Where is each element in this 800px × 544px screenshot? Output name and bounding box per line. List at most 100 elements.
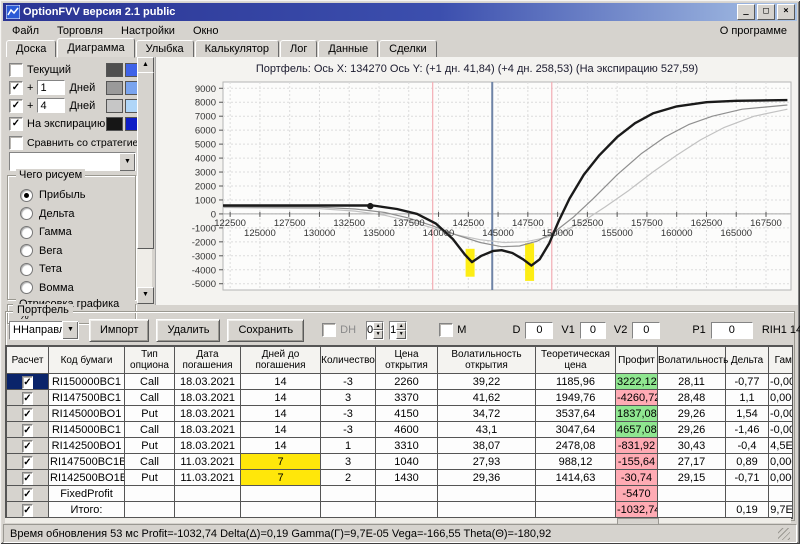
table-row[interactable]: ✓ RI150000BC1 Call 18.03.2021 14 -3 2260 39,22 1… — [6, 373, 792, 390]
compare-checkbox[interactable] — [9, 135, 23, 150]
table-row[interactable]: ✓ RI147500BC1B Call 11.03.2021 7 3 1040 27,93 98… — [6, 453, 792, 470]
preset-combobox-arrow-icon[interactable]: ▼ — [62, 321, 78, 339]
radio-option-3[interactable]: Вега — [20, 244, 62, 258]
radio-icon[interactable] — [20, 207, 33, 220]
row-calc-checkbox[interactable]: ✓ — [22, 407, 33, 421]
tab-6[interactable]: Сделки — [379, 40, 437, 58]
p1-field[interactable] — [710, 321, 753, 339]
calc-cell[interactable]: ✓ — [6, 389, 49, 406]
calc-cell[interactable]: ✓ — [6, 485, 49, 502]
dh-checkbox[interactable] — [322, 323, 337, 337]
plus1-checkbox[interactable]: ✓ — [9, 80, 23, 95]
radio-option-2[interactable]: Гамма — [20, 225, 72, 239]
tab-4[interactable]: Лог — [280, 40, 318, 58]
radio-option-4[interactable]: Тета — [20, 262, 62, 276]
resize-grip[interactable] — [778, 527, 790, 540]
row-calc-checkbox[interactable]: ✓ — [22, 487, 33, 501]
plus1-days-input[interactable] — [37, 80, 66, 95]
column-header-7[interactable]: Волатильность открытия — [437, 346, 536, 374]
menu-item-3[interactable]: Окно — [184, 23, 228, 39]
title-bar[interactable]: OptionFVV версия 2.1 public _ □ × — [3, 3, 797, 21]
table-row[interactable]: ✓ RI147500BC1 Call 18.03.2021 14 3 3370 41,62 19… — [6, 389, 792, 406]
radio-icon[interactable] — [20, 225, 33, 239]
column-header-9[interactable]: Профит — [615, 346, 658, 374]
table-horizontal-scrollbar[interactable] — [5, 518, 791, 525]
d-field[interactable] — [525, 321, 554, 339]
v1-field[interactable] — [579, 321, 606, 339]
menu-item-2[interactable]: Настройки — [112, 23, 184, 39]
current-color-1[interactable] — [106, 62, 123, 77]
column-header-0[interactable]: Расчет — [6, 346, 49, 374]
close-button[interactable]: × — [777, 4, 795, 20]
row-calc-checkbox[interactable]: ✓ — [22, 455, 33, 469]
tab-2[interactable]: Улыбка — [135, 40, 194, 58]
radio-option-1[interactable]: Дельта — [20, 207, 75, 221]
left-panel-scrollbar[interactable]: ▲ ▼ — [137, 57, 154, 304]
radio-option-5[interactable]: Вомма — [20, 281, 74, 295]
m-checkbox[interactable] — [439, 323, 454, 337]
column-header-11[interactable]: Дельта — [725, 346, 769, 374]
scrollbar-thumb[interactable] — [137, 72, 154, 249]
row-calc-checkbox[interactable]: ✓ — [22, 439, 33, 453]
profit-chart[interactable]: 9000800070006000500040003000200010000-10… — [157, 78, 797, 302]
expiration-color-1[interactable] — [106, 116, 123, 131]
column-header-8[interactable]: Теоретическая цена — [535, 346, 616, 374]
dh-spinner-1-arrows[interactable]: ▲ ▼ — [373, 321, 384, 339]
column-header-5[interactable]: Количество — [320, 346, 376, 374]
column-header-10[interactable]: Волатильность — [657, 346, 728, 374]
radio-icon[interactable] — [20, 281, 33, 294]
table-row[interactable]: ✓ RI145000BC1 Call 18.03.2021 14 -3 4600 43,1 30… — [6, 421, 792, 438]
radio-icon[interactable] — [20, 188, 33, 202]
table-row[interactable]: ✓ RI142500BO1 Put 18.03.2021 14 1 3310 38,07 247… — [6, 437, 792, 454]
tab-3[interactable]: Калькулятор — [194, 40, 280, 58]
column-header-12[interactable]: Гамма — [768, 346, 792, 374]
radio-icon[interactable] — [20, 244, 33, 257]
plus4-checkbox[interactable]: ✓ — [9, 98, 23, 113]
tab-0[interactable]: Доска — [6, 40, 57, 58]
maximize-button[interactable]: □ — [757, 4, 775, 20]
radio-icon[interactable] — [20, 262, 33, 276]
save-button[interactable]: Сохранить — [227, 318, 305, 342]
row-calc-checkbox[interactable]: ✓ — [22, 375, 33, 389]
column-header-4[interactable]: Дней до погашения — [240, 346, 321, 374]
table-row[interactable]: ✓ RI145000BO1 Put 18.03.2021 14 -3 4150 34,72 35… — [6, 405, 792, 422]
table-row[interactable]: ✓ Итого: -1032,74 0,199,7E-05 — [6, 501, 792, 518]
import-button[interactable]: Импорт — [89, 318, 150, 342]
dh-spinner-2[interactable]: 1 ▲ ▼ — [389, 320, 408, 340]
current-checkbox[interactable] — [9, 62, 23, 77]
row-calc-checkbox[interactable]: ✓ — [22, 503, 33, 517]
calc-cell[interactable]: ✓ — [6, 421, 49, 438]
menu-item-0[interactable]: Файл — [3, 23, 48, 39]
menu-item-1[interactable]: Торговля — [48, 23, 112, 39]
delete-button[interactable]: Удалить — [156, 318, 221, 342]
dh-spinner-2-arrows[interactable]: ▲ ▼ — [396, 321, 407, 339]
preset-combobox[interactable]: ННаправле ▼ — [9, 320, 79, 340]
scroll-down-icon[interactable]: ▼ — [137, 287, 154, 304]
plus4-days-input[interactable] — [37, 98, 66, 113]
table-row[interactable]: ✓ FixedProfit -5470 — [6, 485, 792, 502]
row-calc-checkbox[interactable]: ✓ — [22, 423, 33, 437]
radio-option-0[interactable]: Прибыль — [20, 188, 86, 202]
v2-field[interactable] — [632, 321, 661, 339]
row-calc-checkbox[interactable]: ✓ — [22, 391, 33, 405]
dh-spinner-1[interactable]: 0 ▲ ▼ — [366, 320, 385, 340]
calc-cell[interactable]: ✓ — [6, 373, 49, 390]
calc-cell[interactable]: ✓ — [6, 405, 49, 422]
table-row[interactable]: ✓ RI142500BO1B Put 11.03.2021 7 2 1430 29,36 141… — [6, 469, 792, 486]
strategy-combobox-arrow-icon[interactable]: ▼ — [119, 152, 135, 171]
column-header-1[interactable]: Код бумаги — [48, 346, 125, 374]
calc-cell[interactable]: ✓ — [6, 453, 49, 470]
column-header-6[interactable]: Цена открытия — [375, 346, 438, 374]
tab-5[interactable]: Данные — [318, 40, 379, 58]
row-calc-checkbox[interactable]: ✓ — [22, 471, 33, 485]
calc-cell[interactable]: ✓ — [6, 437, 49, 454]
column-header-2[interactable]: Тип опциона — [124, 346, 175, 374]
calc-cell[interactable]: ✓ — [6, 501, 49, 518]
expiration-checkbox[interactable]: ✓ — [9, 116, 23, 131]
minimize-button[interactable]: _ — [737, 4, 755, 20]
column-header-3[interactable]: Дата погашения — [174, 346, 241, 374]
menu-item-about[interactable]: О программе — [710, 23, 797, 39]
tab-1[interactable]: Диаграмма — [57, 38, 135, 58]
calc-cell[interactable]: ✓ — [6, 469, 49, 486]
plus4-color-1[interactable] — [106, 98, 123, 113]
